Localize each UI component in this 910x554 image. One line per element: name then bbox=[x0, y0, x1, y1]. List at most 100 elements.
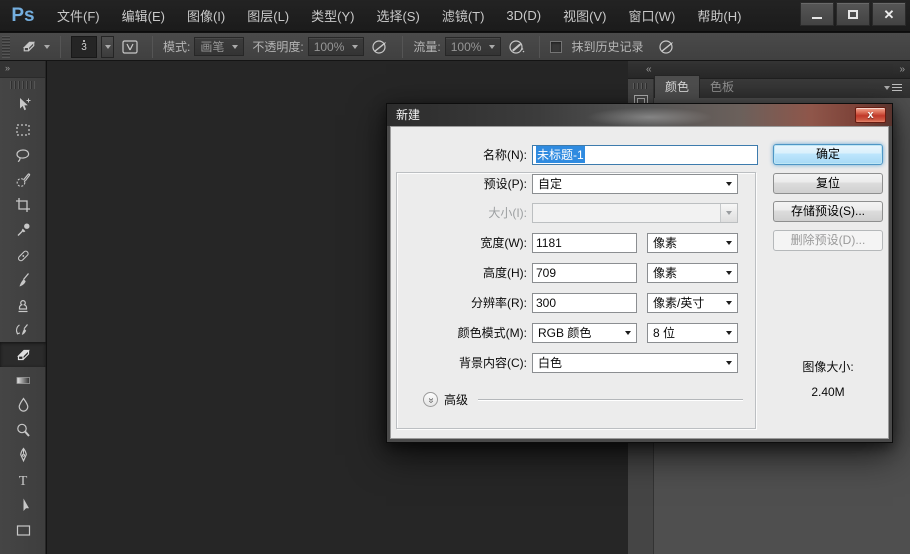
advanced-expander-button[interactable]: » bbox=[423, 392, 438, 407]
menu-filter[interactable]: 滤镜(T) bbox=[432, 0, 495, 31]
tool-options-bar: 3 模式: 画笔 不透明度: 100% bbox=[0, 33, 910, 61]
icon-strip-grip[interactable] bbox=[633, 83, 648, 89]
preset-label: 预设(P): bbox=[392, 175, 532, 192]
menu-select[interactable]: 选择(S) bbox=[366, 0, 429, 31]
tool-preset-picker[interactable] bbox=[14, 38, 54, 56]
opacity-value: 100% bbox=[314, 40, 345, 54]
menu-3d[interactable]: 3D(D) bbox=[496, 2, 551, 29]
rectangle-tool[interactable] bbox=[0, 517, 46, 542]
background-contents-dropdown[interactable]: 白色 bbox=[532, 353, 738, 373]
pen-tool[interactable] bbox=[0, 442, 46, 467]
horizontal-type-tool[interactable]: T bbox=[0, 467, 46, 492]
ok-button[interactable]: 确定 bbox=[773, 144, 883, 165]
photoshop-window: Ps 文件(F) 编辑(E) 图像(I) 图层(L) 类型(Y) 选择(S) 滤… bbox=[0, 0, 910, 554]
erase-to-history-label: 抹到历史记录 bbox=[571, 38, 643, 55]
color-mode-dropdown[interactable]: RGB 颜色 bbox=[532, 323, 637, 343]
name-input[interactable]: 未标题-1 bbox=[532, 145, 758, 165]
separator bbox=[539, 36, 540, 58]
height-label: 高度(H): bbox=[392, 264, 532, 281]
color-mode-value: RGB 颜色 bbox=[538, 324, 591, 341]
dialog-close-button[interactable]: x bbox=[855, 107, 886, 123]
toggle-brush-panel-button[interactable] bbox=[118, 36, 142, 58]
resolution-unit-dropdown[interactable]: 像素/英寸 bbox=[647, 293, 738, 313]
flow-dropdown[interactable]: 100% bbox=[445, 37, 502, 56]
menu-view[interactable]: 视图(V) bbox=[553, 0, 616, 31]
resolution-input[interactable]: 300 bbox=[532, 293, 637, 313]
minimize-button[interactable] bbox=[800, 2, 834, 26]
mode-value: 画笔 bbox=[200, 38, 224, 55]
crop-tool[interactable] bbox=[0, 192, 46, 217]
tab-swatches[interactable]: 色板 bbox=[700, 76, 744, 98]
airbrush-toggle-button[interactable] bbox=[505, 36, 529, 58]
chevron-down-icon bbox=[232, 45, 238, 49]
pressure-size-button[interactable] bbox=[655, 36, 679, 58]
eraser-tool[interactable] bbox=[0, 342, 46, 367]
height-input[interactable]: 709 bbox=[532, 263, 637, 283]
brush-panel-icon bbox=[120, 38, 140, 56]
brush-tool[interactable] bbox=[0, 267, 46, 292]
close-icon: ✕ bbox=[884, 8, 895, 21]
panel-menu-button[interactable] bbox=[884, 84, 902, 92]
height-unit-dropdown[interactable]: 像素 bbox=[647, 263, 738, 283]
svg-text:T: T bbox=[19, 474, 28, 489]
menu-image[interactable]: 图像(I) bbox=[177, 0, 235, 31]
minimize-icon bbox=[812, 17, 822, 19]
brush-size-preview[interactable]: 3 bbox=[71, 36, 97, 58]
chevron-down-icon bbox=[726, 271, 732, 275]
path-selection-tool[interactable] bbox=[0, 492, 46, 517]
expand-dock-chevron-icon[interactable]: « bbox=[646, 64, 651, 75]
maximize-button[interactable] bbox=[836, 2, 870, 26]
gradient-tool[interactable] bbox=[0, 367, 46, 392]
brush-size-value: 3 bbox=[81, 43, 87, 53]
height-unit-value: 像素 bbox=[653, 264, 677, 281]
menu-type[interactable]: 类型(Y) bbox=[301, 0, 364, 31]
dropdown-arrow-button bbox=[720, 204, 737, 222]
erase-to-history-checkbox[interactable] bbox=[550, 41, 562, 53]
rectangular-marquee-tool[interactable] bbox=[0, 117, 46, 142]
chevron-down-icon bbox=[726, 241, 732, 245]
reset-button[interactable]: 复位 bbox=[773, 173, 883, 194]
history-brush-tool[interactable] bbox=[0, 317, 46, 342]
height-value: 709 bbox=[536, 266, 556, 280]
tablet-pressure-size-icon bbox=[657, 38, 677, 56]
pressure-opacity-button[interactable] bbox=[368, 36, 392, 58]
tab-color[interactable]: 颜色 bbox=[654, 75, 700, 98]
dialog-body: 名称(N): 未标题-1 预设(P): 自定 大小(I): bbox=[390, 126, 889, 439]
width-unit-value: 像素 bbox=[653, 234, 677, 251]
menu-help[interactable]: 帮助(H) bbox=[687, 0, 751, 31]
window-controls: ✕ bbox=[800, 2, 906, 26]
brush-picker-button[interactable] bbox=[101, 36, 114, 58]
collapse-dock-chevron-icon[interactable]: » bbox=[899, 64, 904, 75]
move-tool[interactable] bbox=[0, 92, 46, 117]
options-bar-grip[interactable] bbox=[2, 36, 10, 58]
advanced-label: 高级 bbox=[444, 391, 468, 408]
menu-window[interactable]: 窗口(W) bbox=[618, 0, 685, 31]
opacity-dropdown[interactable]: 100% bbox=[308, 37, 365, 56]
save-preset-button[interactable]: 存储预设(S)... bbox=[773, 201, 883, 222]
quick-selection-tool[interactable] bbox=[0, 167, 46, 192]
close-button[interactable]: ✕ bbox=[872, 2, 906, 26]
menu-edit[interactable]: 编辑(E) bbox=[112, 0, 175, 31]
dialog-title-bar[interactable]: 新建 x bbox=[387, 104, 892, 126]
preset-dropdown[interactable]: 自定 bbox=[532, 174, 738, 194]
menu-file[interactable]: 文件(F) bbox=[47, 0, 110, 31]
eraser-tool-preset-icon bbox=[18, 38, 40, 56]
lasso-tool[interactable] bbox=[0, 142, 46, 167]
blur-tool[interactable] bbox=[0, 392, 46, 417]
bit-depth-dropdown[interactable]: 8 位 bbox=[647, 323, 738, 343]
tools-panel-collapse-bar[interactable]: » bbox=[0, 61, 45, 78]
menu-layer[interactable]: 图层(L) bbox=[237, 0, 299, 31]
width-input[interactable]: 1181 bbox=[532, 233, 637, 253]
airbrush-icon bbox=[507, 38, 527, 56]
width-unit-dropdown[interactable]: 像素 bbox=[647, 233, 738, 253]
tools-panel: » T bbox=[0, 61, 46, 554]
color-mode-label: 颜色模式(M): bbox=[392, 324, 532, 341]
dodge-tool[interactable] bbox=[0, 417, 46, 442]
tools-panel-grip[interactable] bbox=[10, 81, 35, 89]
opacity-label: 不透明度: bbox=[252, 38, 303, 55]
mode-dropdown[interactable]: 画笔 bbox=[194, 37, 244, 56]
clone-stamp-tool[interactable] bbox=[0, 292, 46, 317]
spot-healing-brush-tool[interactable] bbox=[0, 242, 46, 267]
chevron-down-icon bbox=[105, 45, 111, 49]
eyedropper-tool[interactable] bbox=[0, 217, 46, 242]
